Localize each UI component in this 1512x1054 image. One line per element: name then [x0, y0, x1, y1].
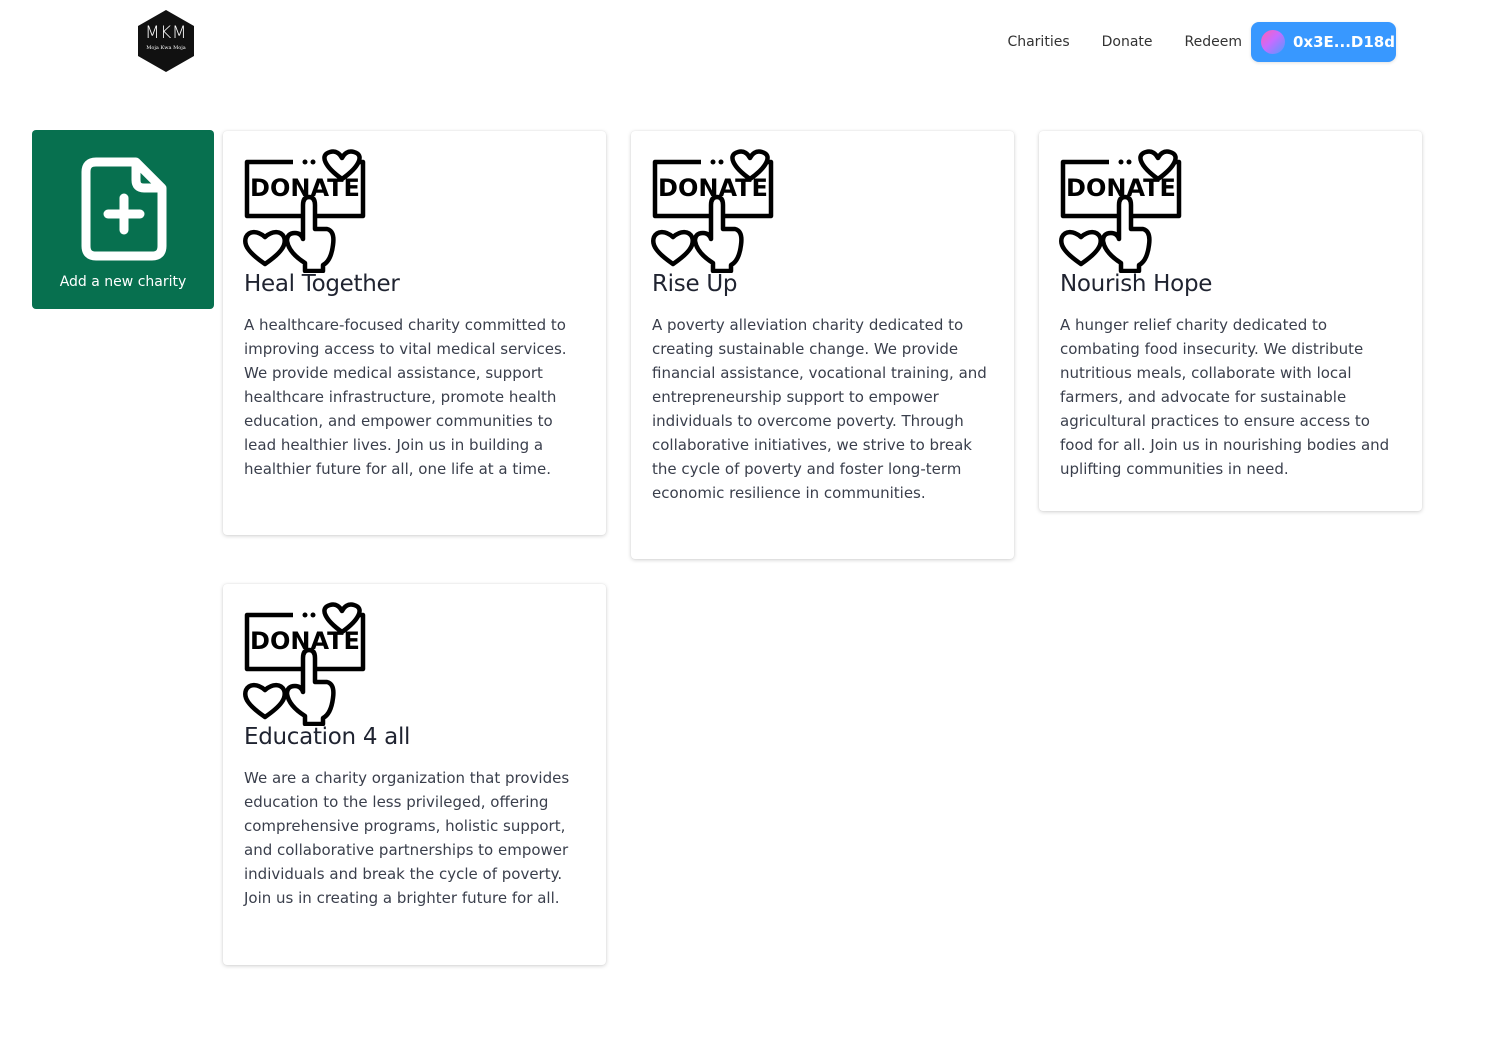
- charity-card[interactable]: DONATE Rise Up A poverty alleviation cha…: [631, 131, 1014, 559]
- charity-title: Rise Up: [652, 271, 738, 297]
- charity-title: Heal Together: [244, 271, 400, 297]
- nav-link-charities[interactable]: Charities: [1007, 34, 1069, 50]
- charity-description: A hunger relief charity dedicated to com…: [1060, 316, 1390, 478]
- donate-hand-icon: DONATE: [651, 149, 774, 273]
- charity-description: We are a charity organization that provi…: [244, 769, 570, 907]
- wallet-avatar-icon: [1261, 30, 1285, 54]
- add-charity-label: Add a new charity: [59, 274, 187, 290]
- nav-link-redeem[interactable]: Redeem: [1185, 34, 1242, 50]
- wallet-button[interactable]: 0x3E...D18d: [1251, 22, 1396, 62]
- logo[interactable]: MKM Moja Kwa Moja: [136, 9, 196, 73]
- file-plus-icon: [81, 157, 167, 261]
- charity-description: A healthcare-focused charity committed t…: [244, 316, 567, 478]
- nav-link-donate[interactable]: Donate: [1102, 34, 1153, 50]
- top-nav: Charities Donate Redeem 0x3E...D18d: [1007, 22, 1396, 62]
- donate-hand-icon: DONATE: [243, 149, 366, 273]
- charity-card[interactable]: DONATE Heal Together A healthcare-focuse…: [223, 131, 606, 535]
- donate-hand-icon: DONATE: [243, 602, 366, 726]
- wallet-address: 0x3E...D18d: [1293, 33, 1395, 51]
- charity-card[interactable]: DONATE Nourish Hope A hunger relief char…: [1039, 131, 1422, 511]
- charity-description: A poverty alleviation charity dedicated …: [652, 316, 987, 502]
- donate-hand-icon: DONATE: [1059, 149, 1182, 273]
- charity-card[interactable]: DONATE Education 4 all We are a charity …: [223, 584, 606, 965]
- logo-text: MKM: [145, 23, 187, 43]
- charity-title: Nourish Hope: [1060, 271, 1213, 297]
- charity-title: Education 4 all: [244, 724, 411, 750]
- logo-subtext: Moja Kwa Moja: [146, 45, 186, 51]
